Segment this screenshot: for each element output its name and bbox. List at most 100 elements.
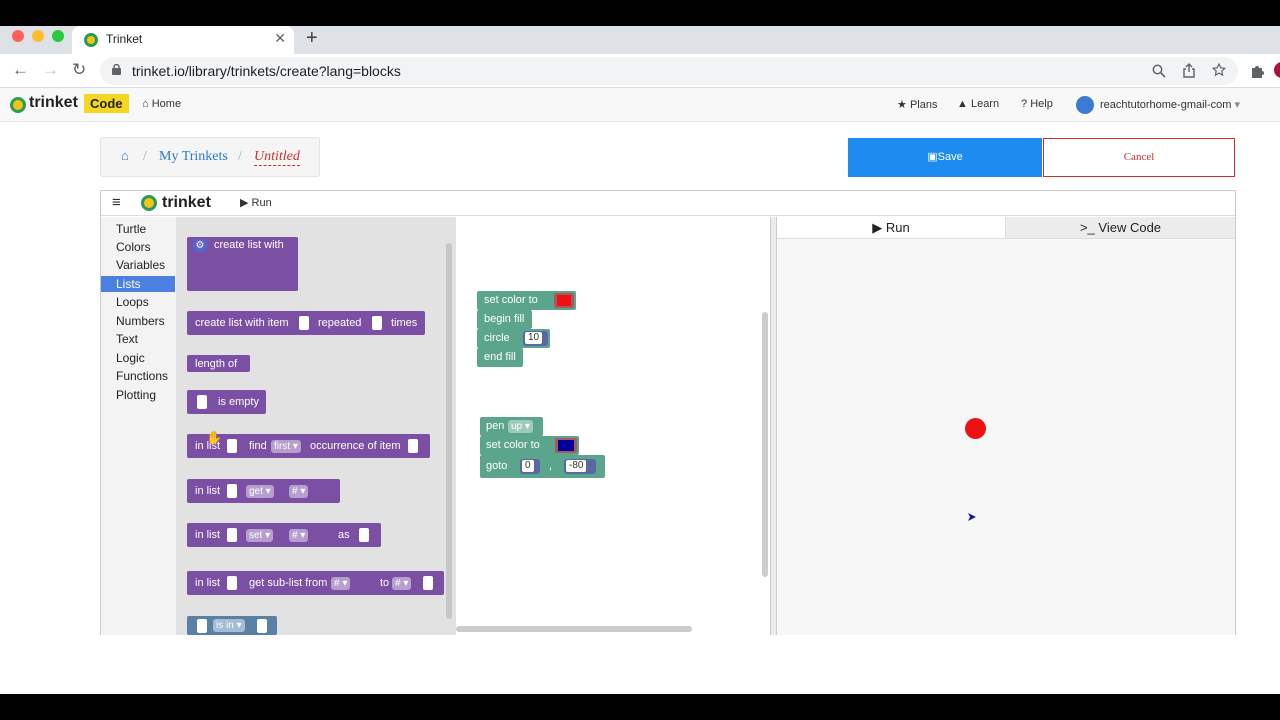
browser-tab[interactable]: Trinket ✕ <box>72 26 294 54</box>
tab-close-icon[interactable]: ✕ <box>274 30 286 47</box>
gear-icon[interactable]: ⚙ <box>193 239 207 252</box>
panel-divider[interactable] <box>770 217 777 635</box>
get-dropdown[interactable]: get ▾ <box>246 485 274 498</box>
help-link[interactable]: ? Help <box>1021 98 1053 110</box>
site-brand[interactable]: trinket <box>29 94 78 112</box>
home-icon[interactable]: ⌂ <box>121 148 129 164</box>
tab-run[interactable]: ▶ Run <box>777 217 1006 239</box>
index-dropdown[interactable]: # ▾ <box>289 485 309 498</box>
pen-dropdown[interactable]: up ▾ <box>508 420 533 433</box>
length-of-block[interactable]: length of <box>187 355 250 372</box>
input-slot[interactable] <box>359 528 369 542</box>
dropdown-label: get <box>249 486 263 497</box>
category-numbers[interactable]: Numbers <box>101 313 175 329</box>
address-bar[interactable]: trinket.io/library/trinkets/create?lang=… <box>100 57 1238 85</box>
bookmark-star-icon[interactable] <box>1212 63 1226 77</box>
is-in-block[interactable]: is in ▾ <box>187 616 277 635</box>
category-functions[interactable]: Functions <box>101 368 175 384</box>
category-colors[interactable]: Colors <box>101 239 175 255</box>
user-menu[interactable]: reachtutorhome-gmail-com ▾ <box>1100 98 1240 111</box>
home-link[interactable]: ⌂ Home <box>142 98 181 110</box>
input-slot[interactable] <box>227 576 237 590</box>
extensions-puzzle-icon[interactable] <box>1250 64 1264 78</box>
number-input[interactable]: 10 <box>523 331 548 346</box>
get-sublist-block[interactable]: in list get sub-list from # ▾ to # ▾ <box>187 571 444 595</box>
set-item-block[interactable]: in list set ▾ # ▾ as <box>187 523 381 547</box>
category-turtle[interactable]: Turtle <box>101 221 175 237</box>
is-empty-block[interactable]: is empty <box>187 390 266 414</box>
category-text[interactable]: Text <box>101 331 175 347</box>
input-slot[interactable] <box>299 316 309 330</box>
index-dropdown[interactable]: # ▾ <box>289 529 309 542</box>
input-slot[interactable] <box>197 395 207 409</box>
get-item-block[interactable]: in list get ▾ # ▾ <box>187 479 340 503</box>
color-input[interactable] <box>554 293 574 308</box>
category-logic[interactable]: Logic <box>101 350 175 366</box>
minimize-window-icon[interactable] <box>32 30 44 42</box>
blocks-workspace[interactable]: set color to begin fill circle 10 end fi… <box>456 217 843 635</box>
user-avatar[interactable] <box>1076 96 1094 114</box>
share-icon[interactable] <box>1182 63 1196 78</box>
plans-link[interactable]: ★ Plans <box>897 98 937 111</box>
my-trinkets-link[interactable]: My Trinkets <box>159 149 228 165</box>
cancel-button[interactable]: Cancel <box>1043 138 1235 177</box>
category-variables[interactable]: Variables <box>101 257 175 273</box>
learn-link[interactable]: ▲ Learn <box>957 98 999 110</box>
zoom-search-icon[interactable] <box>1152 64 1166 78</box>
run-button[interactable]: ▶ Run <box>240 196 272 209</box>
input-slot[interactable] <box>227 528 237 542</box>
create-list-with-block[interactable]: ⚙ create list with <box>187 237 298 291</box>
input-slot[interactable] <box>372 316 382 330</box>
input-slot[interactable] <box>197 619 207 633</box>
block-label: get sub-list from <box>249 577 328 589</box>
begin-fill-block[interactable]: begin fill <box>477 310 532 329</box>
input-slot[interactable] <box>408 439 418 453</box>
flyout-scrollbar[interactable] <box>446 243 452 619</box>
set-dropdown[interactable]: set ▾ <box>246 529 274 542</box>
workspace-horizontal-scrollbar[interactable] <box>456 626 692 632</box>
close-window-icon[interactable] <box>12 30 24 42</box>
play-icon: ▶ <box>872 220 883 235</box>
reload-icon[interactable]: ↻ <box>72 60 86 80</box>
back-arrow-icon[interactable]: ← <box>12 60 29 80</box>
set-color-block[interactable]: set color to <box>477 291 576 310</box>
learn-label: Learn <box>970 98 1000 110</box>
maximize-window-icon[interactable] <box>52 30 64 42</box>
category-lists[interactable]: Lists <box>101 276 175 292</box>
save-icon: ▣ <box>927 151 938 163</box>
category-loops[interactable]: Loops <box>101 294 175 310</box>
new-tab-button[interactable]: + <box>306 27 318 50</box>
to-dropdown[interactable]: # ▾ <box>392 577 412 590</box>
y-input[interactable]: -80 <box>564 459 596 474</box>
is-in-dropdown[interactable]: is in ▾ <box>213 619 245 632</box>
category-plotting[interactable]: Plotting <box>101 387 175 403</box>
end-fill-block[interactable]: end fill <box>477 348 523 367</box>
trinket-logo-icon[interactable] <box>10 97 26 113</box>
first-dropdown[interactable]: first ▾ <box>271 440 301 453</box>
set-color-block-2[interactable]: set color to <box>480 436 579 455</box>
red-color-swatch[interactable] <box>557 295 571 306</box>
input-slot[interactable] <box>227 484 237 498</box>
input-slot[interactable] <box>423 576 433 590</box>
save-button[interactable]: ▣Save <box>848 138 1042 177</box>
create-list-repeated-block[interactable]: create list with item repeated times <box>187 311 425 335</box>
pen-block[interactable]: pen up ▾ <box>480 417 543 436</box>
tab-view-code[interactable]: >_ View Code <box>1006 217 1235 239</box>
x-input[interactable]: 0 <box>520 459 540 474</box>
terminal-icon: >_ <box>1079 220 1095 235</box>
color-input[interactable] <box>555 438 577 453</box>
input-slot[interactable] <box>257 619 267 633</box>
dropdown-label: # <box>292 486 298 497</box>
from-dropdown[interactable]: # ▾ <box>331 577 351 590</box>
find-occurrence-block[interactable]: in list find first ▾ occurrence of item <box>187 434 430 458</box>
input-slot[interactable] <box>227 439 237 453</box>
circle-block[interactable]: circle 10 <box>477 329 550 348</box>
blue-color-swatch[interactable] <box>558 440 574 451</box>
goto-block[interactable]: goto 0 , -80 <box>480 455 605 478</box>
x-value: 0 <box>522 460 534 472</box>
menu-icon[interactable]: ≡ <box>112 194 121 211</box>
forward-arrow-icon[interactable]: → <box>42 60 59 80</box>
workspace-vertical-scrollbar[interactable] <box>762 312 768 577</box>
profile-avatar[interactable] <box>1274 62 1280 78</box>
trinket-title[interactable]: Untitled <box>254 149 300 166</box>
